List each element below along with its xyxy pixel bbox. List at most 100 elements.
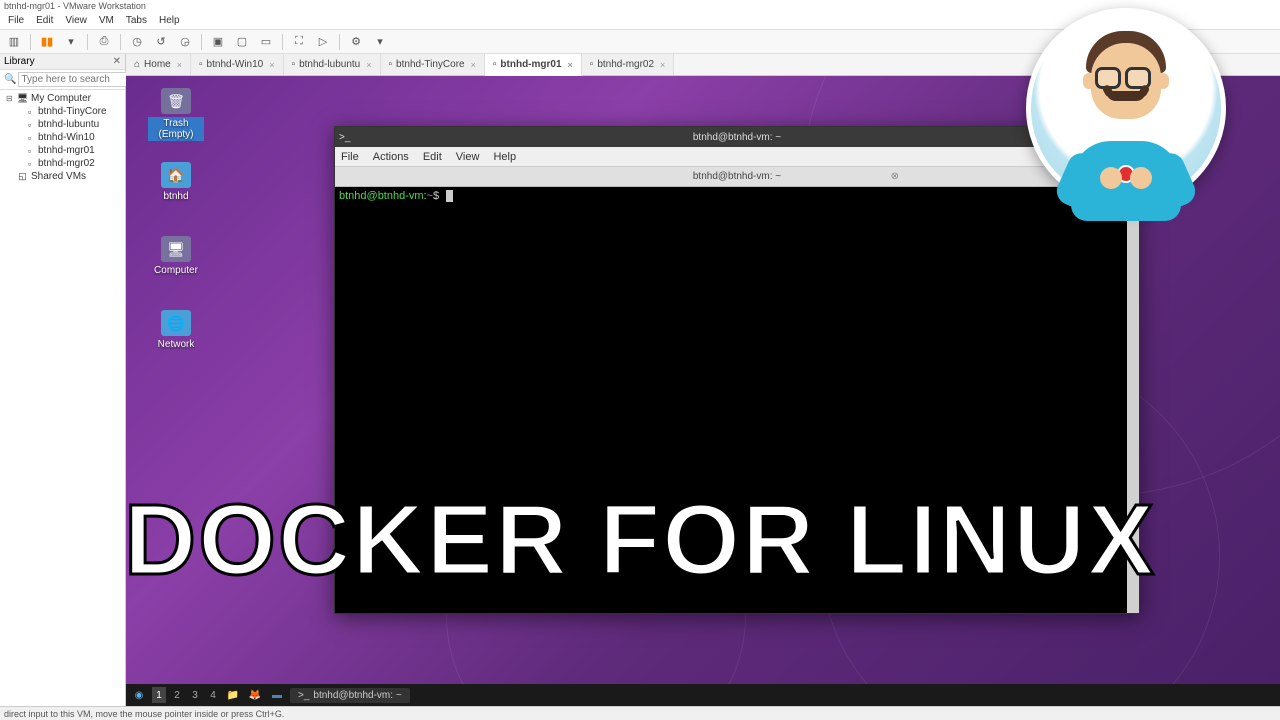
desktop-icon-home[interactable]: 🏠 btnhd [148, 162, 204, 202]
vm-icon: ▫ [493, 59, 497, 70]
separator [87, 34, 88, 50]
taskbar-task-terminal[interactable]: >_ btnhd@btnhd-vm: ~ [290, 688, 410, 703]
firefox-icon[interactable]: 🦊 [246, 686, 264, 704]
library-sidebar: Library ✕ 🔍 ▼ ⊟ 🖥 My Computer ▫btnhd-Tin… [0, 54, 126, 706]
tree-my-computer[interactable]: ⊟ 🖥 My Computer [2, 92, 123, 105]
computer-icon: 🖥 [161, 236, 191, 262]
tree-vm-item[interactable]: ▫btnhd-Win10 [2, 131, 123, 144]
library-toggle-icon[interactable]: ▥ [6, 34, 22, 50]
term-menu-actions[interactable]: Actions [373, 151, 409, 163]
clock-icon[interactable]: ◷ [129, 34, 145, 50]
library-header: Library ✕ [0, 54, 125, 70]
close-icon[interactable]: × [269, 60, 274, 70]
snapshot-icon[interactable]: ⎙ [96, 34, 112, 50]
fit-icon[interactable]: ▣ [210, 34, 226, 50]
library-title: Library [4, 56, 35, 67]
menu-help[interactable]: Help [153, 15, 186, 26]
file-manager-icon[interactable]: 📁 [224, 686, 242, 704]
desktop-icon-computer[interactable]: 🖥 Computer [148, 236, 204, 276]
start-menu-icon[interactable]: ◉ [130, 686, 148, 704]
app-title: btnhd-mgr01 - VMware Workstation [4, 1, 146, 11]
library-tree: ⊟ 🖥 My Computer ▫btnhd-TinyCore ▫btnhd-l… [0, 90, 125, 185]
tab-vm-active[interactable]: ▫btnhd-mgr01× [485, 54, 582, 76]
separator [339, 34, 340, 50]
tree-vm-item[interactable]: ▫btnhd-lubuntu [2, 118, 123, 131]
workspace-3[interactable]: 3 [188, 687, 202, 703]
desktop-icon-trash[interactable]: 🗑 Trash (Empty) [148, 88, 204, 141]
prompt-user: btnhd@btnhd-vm [339, 190, 424, 202]
close-icon[interactable]: × [177, 60, 182, 70]
collapse-icon[interactable]: ⊟ [6, 94, 14, 103]
term-menu-file[interactable]: File [341, 151, 359, 163]
tree-vm-item[interactable]: ▫btnhd-TinyCore [2, 105, 123, 118]
overlay-title-text: DOCKER FOR LINUX [124, 490, 1156, 590]
close-icon[interactable]: × [366, 60, 371, 70]
console-icon[interactable]: ▭ [258, 34, 274, 50]
menu-view[interactable]: View [59, 15, 93, 26]
workspace-1[interactable]: 1 [152, 687, 166, 703]
library-search: 🔍 ▼ [0, 70, 125, 90]
vm-icon: ▫ [292, 59, 296, 70]
avatar-circle [1026, 8, 1226, 208]
workspace-2[interactable]: 2 [170, 687, 184, 703]
tree-vm-item[interactable]: ▫btnhd-mgr02 [2, 157, 123, 170]
vm-icon: ▫ [24, 158, 35, 169]
tab-vm[interactable]: ▫btnhd-lubuntu× [284, 54, 381, 75]
fullscreen-icon[interactable]: ⛶ [291, 34, 307, 50]
avatar-overlay [1026, 8, 1236, 278]
vm-icon: ▫ [24, 106, 35, 117]
separator [201, 34, 202, 50]
network-icon: 🌐 [161, 310, 191, 336]
close-icon[interactable]: × [568, 60, 573, 70]
separator [30, 34, 31, 50]
vm-icon: ▫ [24, 119, 35, 130]
menu-edit[interactable]: Edit [30, 15, 59, 26]
workspace-4[interactable]: 4 [206, 687, 220, 703]
unity-icon[interactable]: ▢ [234, 34, 250, 50]
manage-icon[interactable]: ◶ [177, 34, 193, 50]
dropdown-icon[interactable]: ▾ [63, 34, 79, 50]
close-icon[interactable]: × [471, 60, 476, 70]
terminal-titlebar[interactable]: >_ btnhd@btnhd-vm: ~ — ◇ ✕ [335, 127, 1139, 147]
cursor [446, 190, 453, 202]
tree-label: Shared VMs [31, 171, 86, 182]
cycle-icon[interactable]: ▷ [315, 34, 331, 50]
term-menu-view[interactable]: View [456, 151, 480, 163]
tab-vm[interactable]: ▫btnhd-TinyCore× [381, 54, 485, 75]
menu-file[interactable]: File [2, 15, 30, 26]
separator [120, 34, 121, 50]
tree-label: My Computer [31, 93, 91, 104]
menu-vm[interactable]: VM [93, 15, 120, 26]
desktop-icon-network[interactable]: 🌐 Network [148, 310, 204, 350]
prompt-suffix: $ [433, 190, 439, 202]
shared-icon: ◱ [17, 171, 28, 182]
dropdown-icon[interactable]: ▾ [372, 34, 388, 50]
vm-icon: ▫ [24, 132, 35, 143]
devices-icon[interactable]: ⚙ [348, 34, 364, 50]
guest-taskbar: ◉ 1 2 3 4 📁 🦊 ▬ >_ btnhd@btnhd-vm: ~ [126, 684, 1280, 706]
folder-icon: 🏠 [161, 162, 191, 188]
close-icon[interactable]: ✕ [113, 56, 121, 67]
show-desktop-icon[interactable]: ▬ [268, 686, 286, 704]
pause-icon[interactable]: ▮▮ [39, 34, 55, 50]
tab-vm[interactable]: ▫btnhd-mgr02× [582, 54, 675, 75]
tab-vm[interactable]: ▫btnhd-Win10× [191, 54, 284, 75]
revert-icon[interactable]: ↺ [153, 34, 169, 50]
term-menu-help[interactable]: Help [493, 151, 516, 163]
menu-tabs[interactable]: Tabs [120, 15, 153, 26]
tree-shared-vms[interactable]: ◱ Shared VMs [2, 170, 123, 183]
terminal-title: btnhd@btnhd-vm: ~ [693, 132, 781, 143]
tree-vm-item[interactable]: ▫btnhd-mgr01 [2, 144, 123, 157]
terminal-menubar: File Actions Edit View Help [335, 147, 1139, 167]
tab-home[interactable]: ⌂Home× [126, 54, 191, 75]
term-menu-edit[interactable]: Edit [423, 151, 442, 163]
trash-icon: 🗑 [161, 88, 191, 114]
vm-icon: ▫ [24, 145, 35, 156]
vm-icon: ▫ [199, 59, 203, 70]
terminal-icon: >_ [339, 132, 350, 143]
terminal-tab-label[interactable]: btnhd@btnhd-vm: ~ [693, 171, 781, 182]
app-statusbar: direct input to this VM, move the mouse … [0, 706, 1280, 720]
close-icon[interactable]: × [660, 60, 665, 70]
separator [282, 34, 283, 50]
tab-close-icon[interactable]: ⊗ [891, 171, 899, 182]
